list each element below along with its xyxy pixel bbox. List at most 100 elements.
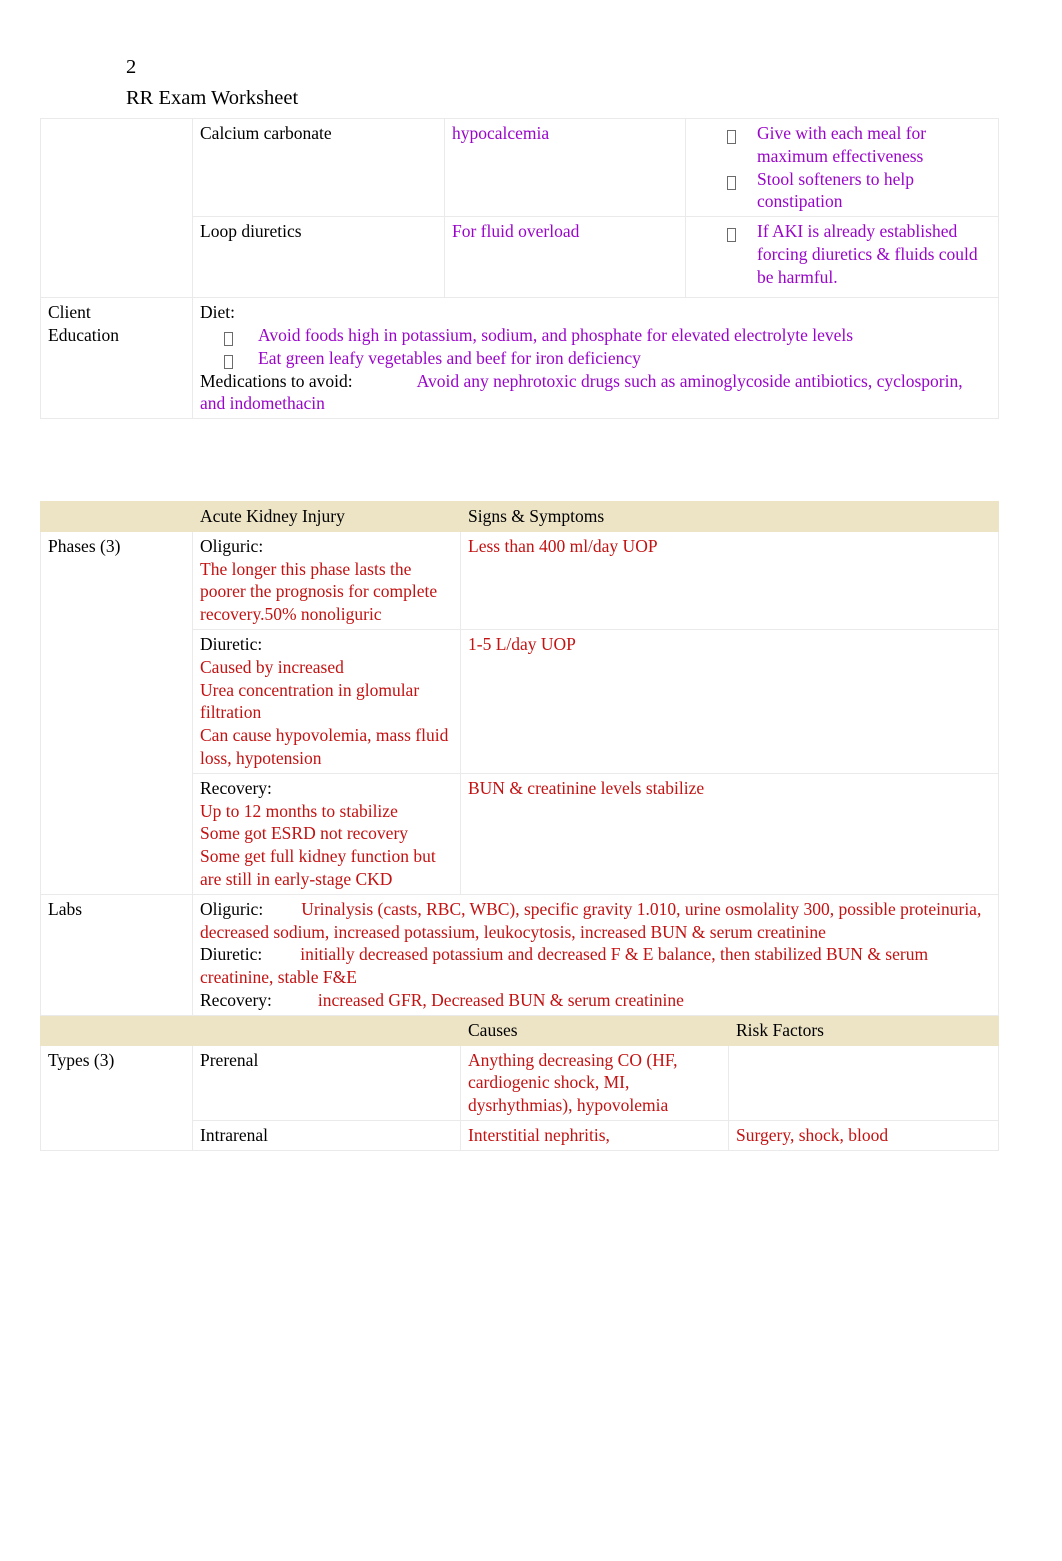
phases-label-cell: Phases (3) [40,530,193,895]
phases-label: Phases (3) [48,535,121,556]
drug-name: Calcium carbonate [200,123,332,143]
phase-signs: BUN & creatinine levels stabilize [468,777,705,798]
type-risk-factors-cell: Surgery, shock, blood [728,1119,999,1151]
phase-name-cell: Diuretic: Caused by increased Urea conce… [192,628,461,774]
phase-name: Diuretic: [200,633,263,654]
phase-detail: The longer this phase lasts the poorer t… [200,558,438,625]
phase-name-cell: Recovery: Up to 12 months to stabilize S… [192,772,461,895]
phase-signs-cell: BUN & creatinine levels stabilize [460,772,999,895]
labs-content-cell: Oliguric: Urinalysis (casts, RBC, WBC), s… [192,893,999,1016]
type-causes-cell: Interstitial nephritis, [460,1119,729,1151]
client-education-label-line2: Education [48,324,119,345]
phase-name: Recovery: [200,777,272,798]
row-label-cell-empty [40,117,193,299]
phase-detail-line: Some get full kidney function but are st… [200,846,436,889]
labs-label: Labs [48,898,83,919]
table-row: Client Education Diet: Avoid foods high … [40,297,999,420]
drug-name-cell: Calcium carbonate [192,117,445,218]
type-causes-cell: Anything decreasing CO (HF, cardiogenic … [460,1044,729,1121]
notes-cell: If AKI is already established forcing di… [685,216,999,299]
labs-label-cell: Labs [40,893,193,1016]
labs-entry-name: Recovery: [200,989,272,1010]
types-label-cell: Types (3) [40,1044,193,1151]
type-name: Prerenal [200,1049,259,1070]
header-cell-causes: Causes [460,1014,729,1046]
medications-table: Calcium carbonate hypocalcemia Give with… [40,117,999,420]
type-causes: Anything decreasing CO (HF, cardiogenic … [468,1049,678,1116]
labs-entry: Oliguric: Urinalysis (casts, RBC, WBC), s… [200,898,992,944]
indication-cell: hypocalcemia [444,117,686,218]
list-item: Avoid foods high in potassium, sodium, a… [200,324,992,347]
phase-detail-line: Caused by increased [200,656,344,677]
note-text: Stool softeners to help constipation [757,168,914,212]
notes-cell: Give with each meal for maximum effectiv… [685,117,999,218]
header-cell-empty [40,501,193,532]
aki-table: Acute Kidney Injury Signs & Symptoms Pha… [40,501,999,1151]
labs-entry-name: Oliguric: [200,898,264,919]
bullet-box-icon [727,125,736,148]
type-name-cell: Intrarenal [192,1119,461,1151]
labs-entry-value: Urinalysis (casts, RBC, WBC), specific g… [200,898,982,942]
phase-signs: 1-5 L/day UOP [468,633,576,654]
page-title: RR Exam Worksheet [126,87,299,109]
page-number: 2 [126,56,137,78]
header-cell-empty [192,1014,461,1046]
list-item: Give with each meal for maximum effectiv… [693,122,992,168]
bullet-box-icon [727,171,736,194]
phase-signs-cell: 1-5 L/day UOP [460,628,999,774]
phase-detail-line: Can cause hypovolemia, mass fluid loss, … [200,725,449,768]
notes-list: Give with each meal for maximum effectiv… [693,122,992,213]
header-cell-risk-factors: Risk Factors [728,1014,999,1046]
type-causes: Interstitial nephritis, [468,1124,610,1145]
meds-to-avoid-label: Medications to avoid: [200,370,353,391]
type-name: Intrarenal [200,1124,269,1145]
bullet-box-icon [224,350,233,373]
bullet-box-icon [727,223,736,246]
labs-entry-value: initially decreased potassium and decrea… [200,944,929,988]
phase-signs-cell: Less than 400 ml/day UOP [460,530,999,630]
diet-heading: Diet: [200,302,235,323]
header-cell-aki: Acute Kidney Injury [192,501,461,532]
note-text: Give with each meal for maximum effectiv… [757,123,927,166]
header-cell-signs-symptoms: Signs & Symptoms [460,501,999,532]
labs-entry: Recovery: increased GFR, Decreased BUN & … [200,989,992,1012]
document-header: 2 RR Exam Worksheet [126,56,986,110]
client-education-label-cell: Client Education [40,297,193,420]
table-header-row: Acute Kidney Injury Signs & Symptoms [40,501,999,532]
types-label: Types (3) [48,1049,115,1070]
labs-entry: Diuretic: initially decreased potassium a… [200,943,992,989]
table-header-row: Causes Risk Factors [40,1014,999,1046]
list-item: Eat green leafy vegetables and beef for … [200,347,992,370]
phase-detail-line: Up to 12 months to stabilize [200,800,398,821]
header-cell-empty [40,1014,193,1046]
indication-cell: For fluid overload [444,216,686,299]
drug-name-cell: Loop diuretics [192,216,445,299]
note-text: If AKI is already established forcing di… [757,221,978,287]
phase-detail-line: Urea concentration in glomular filtratio… [200,679,420,723]
phase-name: Oliguric: [200,535,264,556]
list-item: If AKI is already established forcing di… [693,220,992,288]
notes-list: If AKI is already established forcing di… [693,220,992,288]
phase-signs: Less than 400 ml/day UOP [468,535,658,556]
drug-name: Loop diuretics [200,221,302,242]
table-row: Types (3) Prerenal Anything decreasing C… [40,1044,999,1151]
labs-entry-value: increased GFR, Decreased BUN & serum cre… [317,989,684,1010]
table-row: Labs Oliguric: Urinalysis (casts, RBC, WB… [40,893,999,1016]
meds-to-avoid-line: Medications to avoid: Avoid any nephrotox… [200,370,992,416]
diet-bullet-text: Eat green leafy vegetables and beef for … [258,347,641,368]
type-risk-factors: Surgery, shock, blood [736,1124,889,1145]
table-row: Phases (3) Oliguric: The longer this pha… [40,530,999,895]
labs-entry-name: Diuretic: [200,944,263,965]
indication-text: For fluid overload [452,221,580,242]
table-row: Calcium carbonate hypocalcemia Give with… [40,117,999,299]
diet-bullet-text: Avoid foods high in potassium, sodium, a… [258,324,854,345]
type-risk-factors-cell [728,1044,999,1121]
client-education-content-cell: Diet: Avoid foods high in potassium, sod… [192,297,999,420]
client-education-label-line1: Client [48,302,91,323]
list-item: Stool softeners to help constipation [693,168,992,214]
type-name-cell: Prerenal [192,1044,461,1121]
document-page: 2 RR Exam Worksheet Calcium carbonate hy… [0,0,1062,1561]
diet-bullets: Avoid foods high in potassium, sodium, a… [200,324,992,370]
indication-text: hypocalcemia [452,123,550,143]
phase-name-cell: Oliguric: The longer this phase lasts th… [192,530,461,630]
